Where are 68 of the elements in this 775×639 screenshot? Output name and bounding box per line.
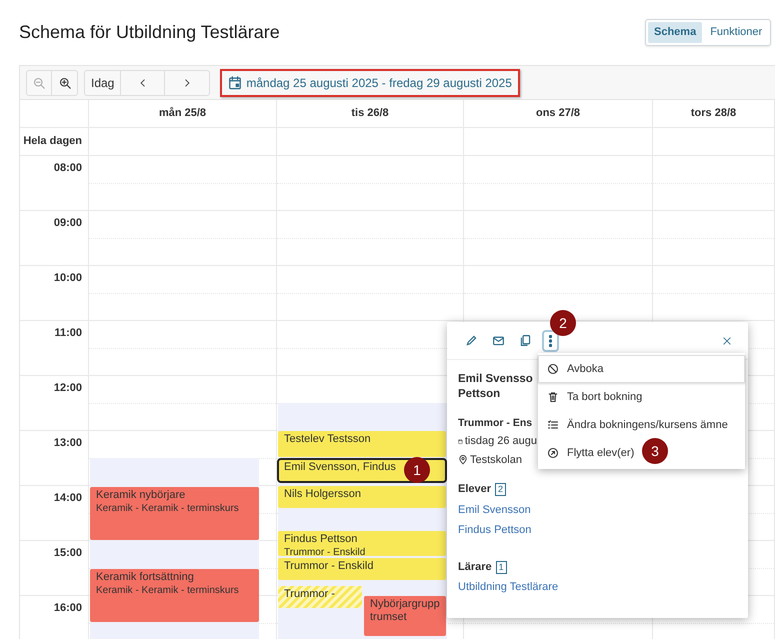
count-badge: 2 xyxy=(495,483,506,496)
menu-item[interactable]: Ta bort bokning xyxy=(538,383,745,411)
copy-icon xyxy=(519,334,532,347)
person-link[interactable]: Findus Pettson xyxy=(458,522,558,538)
checklist-icon xyxy=(547,419,559,431)
calendar-event[interactable]: Nybörjargrupp trumset xyxy=(364,596,446,636)
event-subtitle: Keramik - Keramik - terminskurs xyxy=(96,502,240,515)
count-badge: 1 xyxy=(496,560,507,574)
calendar-event[interactable]: Nils Holgersson xyxy=(278,486,446,508)
time-label: 16:00 xyxy=(20,596,89,639)
time-label: 09:00 xyxy=(20,211,89,266)
day-header: tis 26/8 xyxy=(277,100,464,128)
time-label: 11:00 xyxy=(20,321,89,376)
page-title: Schema för Utbildning Testlärare xyxy=(19,22,280,44)
event-title: Findus Pettson xyxy=(284,533,358,546)
menu-item[interactable]: Avboka xyxy=(538,355,745,383)
event-title: Testelev Testsson xyxy=(284,433,371,446)
calendar-event[interactable]: Trummor - Enskild xyxy=(278,558,446,580)
step-marker: 2 xyxy=(550,310,576,336)
event-title: Keramik fortsättning xyxy=(96,571,194,584)
time-label: 12:00 xyxy=(20,376,89,431)
all-day-label: Hela dagen xyxy=(20,128,89,156)
calendar-event[interactable]: Trummor - xyxy=(278,586,362,608)
pencil-icon xyxy=(465,334,478,347)
event-title: Trummor - Enskild xyxy=(284,560,374,573)
close-icon xyxy=(722,336,732,346)
date-range-button[interactable]: måndag 25 augusti 2025 - fredag 29 augusti 2025 xyxy=(220,68,520,96)
time-label: 15:00 xyxy=(20,541,89,596)
menu-item[interactable]: Ändra bokningens/kursens ämne xyxy=(538,411,745,439)
event-subtitle: Keramik - Keramik - terminskurs xyxy=(96,584,240,597)
person-link[interactable]: Utbildning Testlärare xyxy=(458,579,558,596)
envelope-icon xyxy=(492,334,505,347)
trash-icon xyxy=(547,391,559,403)
zoom-out-icon xyxy=(33,76,45,88)
event-title: Trummor - xyxy=(284,588,335,601)
event-title: Emil Svensson, Findus xyxy=(284,461,396,474)
calendar-event[interactable]: Findus Pettson Trummor - Enskild xyxy=(278,531,446,556)
time-label: 10:00 xyxy=(20,266,89,321)
calendar-icon xyxy=(228,75,242,90)
section-heading: Lärare xyxy=(458,560,492,572)
event-title: Nybörjargrupp trumset xyxy=(370,598,440,624)
arrow-circle-icon xyxy=(547,447,559,459)
view-tab[interactable]: Funktioner xyxy=(704,22,768,42)
time-label: 08:00 xyxy=(20,156,89,211)
cancel-icon xyxy=(547,363,559,375)
kebab-icon xyxy=(549,334,552,346)
event-title: Nils Holgersson xyxy=(284,488,362,501)
calendar-event[interactable]: Keramik nybörjare Keramik - Keramik - terminskurs xyxy=(90,487,259,540)
booking-location: Testskolan xyxy=(470,452,522,468)
time-label: 13:00 xyxy=(20,431,89,486)
day-header: tors 28/8 xyxy=(653,100,775,128)
section-heading: Elever xyxy=(458,483,492,495)
calendar-event[interactable]: Keramik fortsättning Keramik - Keramik - terminskurs xyxy=(90,569,259,622)
day-header: ons 27/8 xyxy=(464,100,653,128)
more-options-button[interactable] xyxy=(544,332,557,350)
view-tab[interactable]: Schema xyxy=(648,22,702,42)
zoom-in-icon xyxy=(58,76,70,88)
booking-date: tisdag 26 augu xyxy=(464,434,537,449)
person-link[interactable]: Emil Svensson xyxy=(458,502,558,518)
location-pin-icon xyxy=(458,454,468,466)
booking-title: Emil Svensso xyxy=(458,372,534,387)
event-subtitle: Trummor - Enskild xyxy=(284,546,366,556)
time-label: 14:00 xyxy=(20,486,89,541)
booking-title: Pettson xyxy=(458,387,502,402)
calendar-event[interactable]: Testelev Testsson xyxy=(278,431,446,457)
event-title: Keramik nybörjare xyxy=(96,489,186,502)
course-name: Trummor - Ens xyxy=(458,416,534,431)
day-header: mån 25/8 xyxy=(89,100,277,128)
